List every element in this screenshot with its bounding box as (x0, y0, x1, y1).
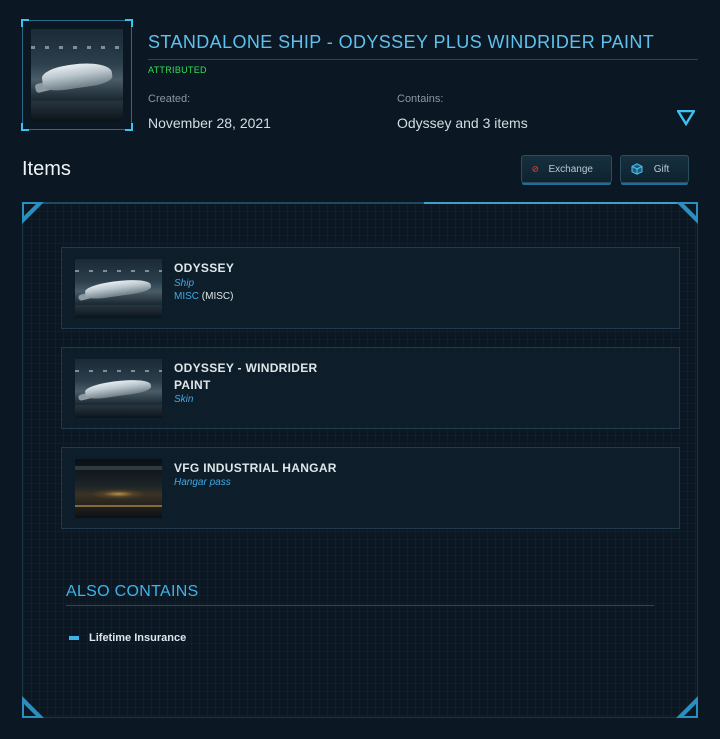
bullet-icon (69, 636, 79, 640)
status-badge: ATTRIBUTED (148, 65, 207, 75)
item-type: Ship (174, 278, 195, 289)
panel-corner-br (676, 696, 698, 718)
item-name-line1: ODYSSEY - WINDRIDER (174, 361, 318, 375)
contains-value: Odyssey and 3 items (397, 115, 528, 131)
item-card-odyssey: ODYSSEY Ship MISC (MISC) (61, 247, 680, 329)
item-type: Hangar pass (174, 477, 231, 488)
no-entry-icon (532, 166, 539, 172)
manufacturer-name: MISC (174, 291, 199, 302)
also-contains-heading: ALSO CONTAINS (66, 583, 199, 600)
created-label: Created: (148, 93, 191, 105)
item-image (75, 359, 162, 418)
item-manufacturer: MISC (MISC) (174, 291, 233, 302)
manufacturer-code: (MISC) (201, 291, 234, 302)
also-contains-divider (66, 605, 654, 606)
title-divider (148, 59, 698, 60)
item-name: ODYSSEY (174, 261, 235, 275)
item-type: Skin (174, 394, 194, 405)
item-name-line2: PAINT (174, 378, 211, 392)
created-value: November 28, 2021 (148, 115, 271, 131)
pledge-title: STANDALONE SHIP - ODYSSEY PLUS WINDRIDER… (148, 32, 655, 52)
item-card-hangar: VFG INDUSTRIAL HANGAR Hangar pass (61, 447, 680, 529)
panel-corner-tl (22, 202, 44, 224)
panel-corner-bl (22, 696, 44, 718)
item-image (75, 459, 162, 518)
pledge-thumbnail (21, 19, 133, 131)
item-name: ODYSSEY - WINDRIDER PAINT (174, 360, 318, 394)
exchange-label: Exchange (548, 163, 593, 175)
item-card-windrider-paint: ODYSSEY - WINDRIDER PAINT Skin (61, 347, 680, 429)
panel-corner-tr (676, 202, 698, 224)
contains-label: Contains: (397, 93, 444, 105)
triangle-down-icon[interactable] (677, 110, 695, 126)
ship-image (31, 29, 123, 121)
gift-button[interactable]: Gift (620, 155, 689, 183)
exchange-button[interactable]: Exchange (521, 155, 612, 183)
also-contains-item: Lifetime Insurance (89, 632, 187, 644)
items-heading: Items (22, 158, 71, 180)
cube-icon (631, 163, 643, 175)
item-name: VFG INDUSTRIAL HANGAR (174, 461, 337, 475)
panel-top-highlight (424, 202, 698, 204)
item-image (75, 259, 162, 318)
gift-label: Gift (653, 163, 670, 175)
pledge-page: STANDALONE SHIP - ODYSSEY PLUS WINDRIDER… (0, 0, 720, 739)
